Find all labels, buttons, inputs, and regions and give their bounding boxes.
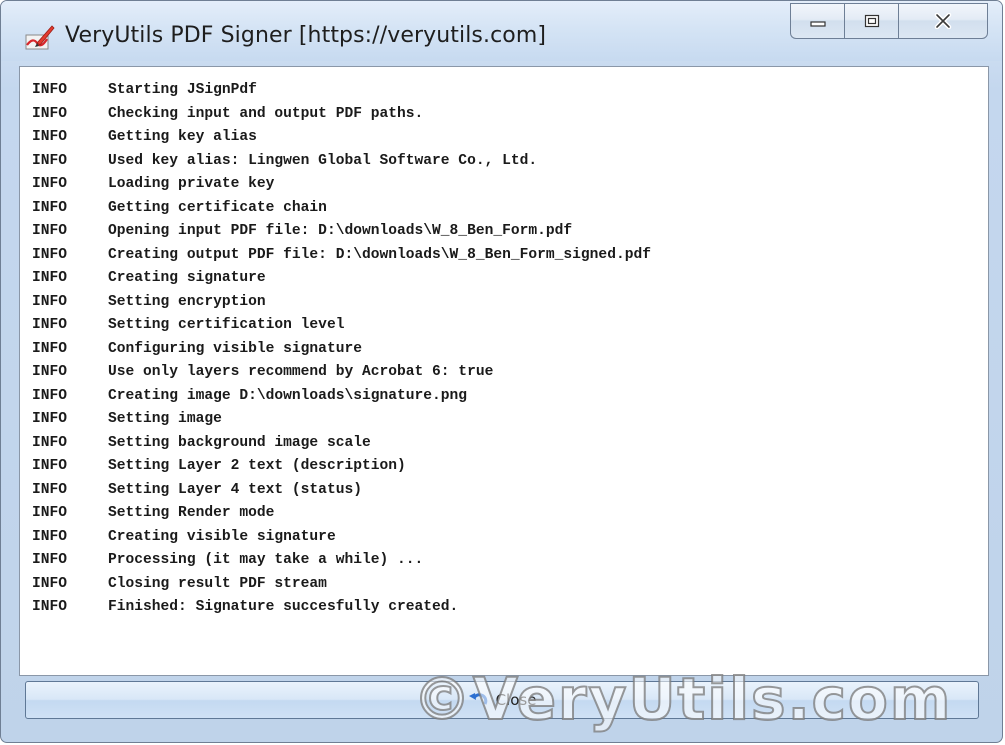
- log-entry: INFO Closing result PDF stream: [32, 573, 651, 597]
- log-message: Closing result PDF stream: [108, 575, 327, 592]
- log-entry: INFO Setting image: [32, 408, 651, 432]
- log-entry: INFO Getting certificate chain: [32, 197, 651, 221]
- log-entry: INFO Used key alias: Lingwen Global Softw…: [32, 150, 651, 174]
- log-message: Starting JSignPdf: [108, 82, 257, 98]
- pdf-signer-icon: [25, 25, 55, 50]
- maximize-icon: [864, 14, 879, 28]
- log-message: Loading private key: [108, 176, 275, 192]
- log-level: INFO: [32, 176, 68, 192]
- log-message: Creating image D:\downloads\signature.pn…: [108, 387, 468, 404]
- log-level: INFO: [32, 599, 68, 615]
- log-entry: INFO Creating image D:\downloads\signatur…: [32, 385, 651, 409]
- log-message: Setting encryption: [108, 293, 266, 310]
- log-entry: INFO Processing (it may take a while) ...: [32, 549, 651, 573]
- log-level: INFO: [32, 105, 68, 122]
- log-entry: INFO Setting Layer 2 text (description): [32, 455, 651, 479]
- log-entry: INFO Opening input PDF file: D:\downloads…: [32, 220, 651, 244]
- log-level: INFO: [32, 152, 68, 169]
- log-message: Setting certification level: [108, 317, 345, 333]
- log-message: Used key alias: Lingwen Global Software …: [108, 152, 538, 169]
- log-level: INFO: [32, 387, 68, 404]
- undo-arrow-icon: [468, 693, 487, 705]
- log-message: Setting image: [108, 411, 222, 427]
- log-level: INFO: [32, 223, 68, 239]
- log-message: Finished: Signature succesfully created.: [108, 599, 459, 615]
- minimize-icon: [809, 21, 826, 27]
- log-level: INFO: [32, 434, 68, 451]
- log-level: INFO: [32, 270, 68, 286]
- log-message: Use only layers recommend by Acrobat 6: …: [108, 364, 494, 380]
- log-level: INFO: [32, 575, 68, 592]
- log-level: INFO: [32, 129, 68, 145]
- log-entry: INFO Setting certification level: [32, 314, 651, 338]
- log-message: Configuring visible signature: [108, 340, 362, 357]
- log-message: Creating signature: [108, 270, 266, 286]
- log-entry: INFO Starting JSignPdf: [32, 79, 651, 103]
- title-bar[interactable]: VeryUtils PDF Signer [https://veryutils.…: [1, 1, 1002, 61]
- maximize-button[interactable]: [844, 3, 898, 39]
- log-entry: INFO Creating visible signature: [32, 526, 651, 550]
- log-entry: INFO Checking input and output PDF paths.: [32, 103, 651, 127]
- log-entry: INFO Configuring visible signature: [32, 338, 651, 362]
- log-message: Creating output PDF file: D:\downloads\W…: [108, 246, 651, 263]
- log-level: INFO: [32, 552, 68, 568]
- caption-buttons: [790, 3, 988, 41]
- log-message: Setting background image scale: [108, 434, 371, 451]
- signer-window: VeryUtils PDF Signer [https://veryutils.…: [0, 0, 1003, 743]
- log-level: INFO: [32, 246, 68, 263]
- log-output-area[interactable]: INFO Starting JSignPdf INFO Checking input…: [19, 66, 989, 676]
- log-entry: INFO Setting Layer 4 text (status): [32, 479, 651, 503]
- log-entry: INFO Creating output PDF file: D:\downloa…: [32, 244, 651, 268]
- log-message: Checking input and output PDF paths.: [108, 105, 424, 122]
- log-entry: INFO Finished: Signature succesfully crea…: [32, 596, 651, 620]
- log-message: Processing (it may take a while) ...: [108, 552, 424, 568]
- log-entry: INFO Getting key alias: [32, 126, 651, 150]
- close-x-icon: [934, 13, 952, 29]
- log-level: INFO: [32, 82, 68, 98]
- log-message: Setting Layer 2 text (description): [108, 458, 406, 474]
- log-level: INFO: [32, 411, 68, 427]
- log-level: INFO: [32, 505, 68, 521]
- log-level: INFO: [32, 340, 68, 357]
- log-message: Setting Render mode: [108, 505, 275, 521]
- log-entry: INFO Creating signature: [32, 267, 651, 291]
- close-button[interactable]: Close: [25, 681, 979, 719]
- log-level: INFO: [32, 317, 68, 333]
- close-button-label: Close: [495, 691, 537, 709]
- log-entry: INFO Use only layers recommend by Acrobat…: [32, 361, 651, 385]
- log-message: Getting key alias: [108, 129, 257, 145]
- log-message: Creating visible signature: [108, 528, 336, 545]
- log-level: INFO: [32, 293, 68, 310]
- log-entry: INFO Setting background image scale: [32, 432, 651, 456]
- log-level: INFO: [32, 364, 68, 380]
- log-message: Setting Layer 4 text (status): [108, 481, 362, 498]
- log-entry: INFO Loading private key: [32, 173, 651, 197]
- log-message: Getting certificate chain: [108, 199, 327, 216]
- minimize-button[interactable]: [790, 3, 844, 39]
- log-entry: INFO Setting encryption: [32, 291, 651, 315]
- log-level: INFO: [32, 481, 68, 498]
- log-message: Opening input PDF file: D:\downloads\W_8…: [108, 223, 573, 239]
- log-entry: INFO Setting Render mode: [32, 502, 651, 526]
- close-window-button[interactable]: [898, 3, 988, 39]
- log-level: INFO: [32, 458, 68, 474]
- log-level: INFO: [32, 199, 68, 216]
- window-title: VeryUtils PDF Signer [https://veryutils.…: [65, 23, 547, 48]
- log-list: INFO Starting JSignPdf INFO Checking input…: [32, 79, 651, 620]
- log-level: INFO: [32, 528, 68, 545]
